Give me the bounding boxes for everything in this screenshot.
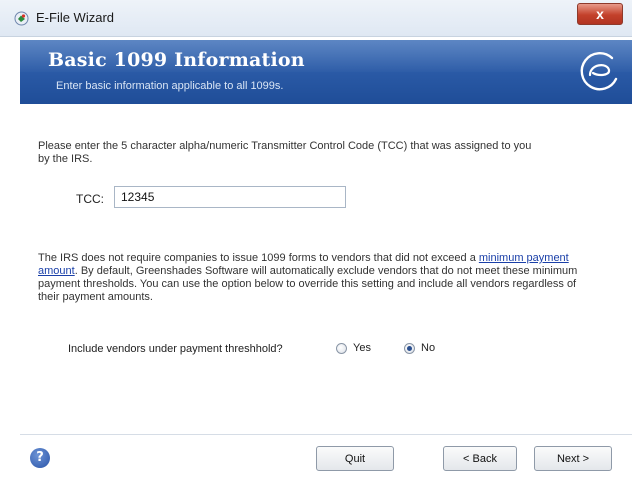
greenshades-logo-icon [580, 52, 618, 91]
close-button[interactable]: x [577, 3, 623, 25]
footer-divider [20, 434, 632, 435]
page-subtitle: Enter basic information applicable to al… [56, 80, 284, 92]
page-title: Basic 1099 Information [48, 49, 305, 71]
app-icon [14, 11, 29, 26]
wizard-content: Please enter the 5 character alpha/numer… [20, 104, 632, 434]
e-file-wizard-window: E-File Wizard x Basic 1099 Information E… [0, 0, 632, 480]
info-text-before-link: The IRS does not require companies to is… [38, 252, 479, 264]
back-button[interactable]: < Back [443, 446, 517, 471]
threshold-info-text: The IRS does not require companies to is… [38, 252, 578, 304]
radio-button-icon[interactable] [336, 342, 347, 354]
next-button[interactable]: Next > [534, 446, 612, 471]
tcc-label: TCC: [76, 192, 104, 206]
window-title: E-File Wizard [36, 10, 115, 25]
yes-label: Yes [353, 342, 371, 354]
close-icon: x [596, 6, 604, 22]
title-bar: E-File Wizard x [0, 0, 632, 37]
header-banner: Basic 1099 Information Enter basic infor… [20, 40, 632, 104]
tcc-input[interactable] [114, 186, 346, 208]
radio-button-checked-icon[interactable] [404, 342, 415, 354]
help-icon[interactable]: ? [30, 448, 50, 468]
tcc-instruction-text: Please enter the 5 character alpha/numer… [38, 140, 532, 165]
include-vendors-label: Include vendors under payment threshhold… [68, 343, 283, 355]
no-label: No [421, 342, 436, 354]
quit-button[interactable]: Quit [316, 446, 394, 471]
include-no-radio[interactable]: No [404, 342, 435, 354]
info-text-after-link: . By default, Greenshades Software will … [38, 265, 578, 303]
include-yes-radio[interactable]: Yes [336, 342, 371, 354]
